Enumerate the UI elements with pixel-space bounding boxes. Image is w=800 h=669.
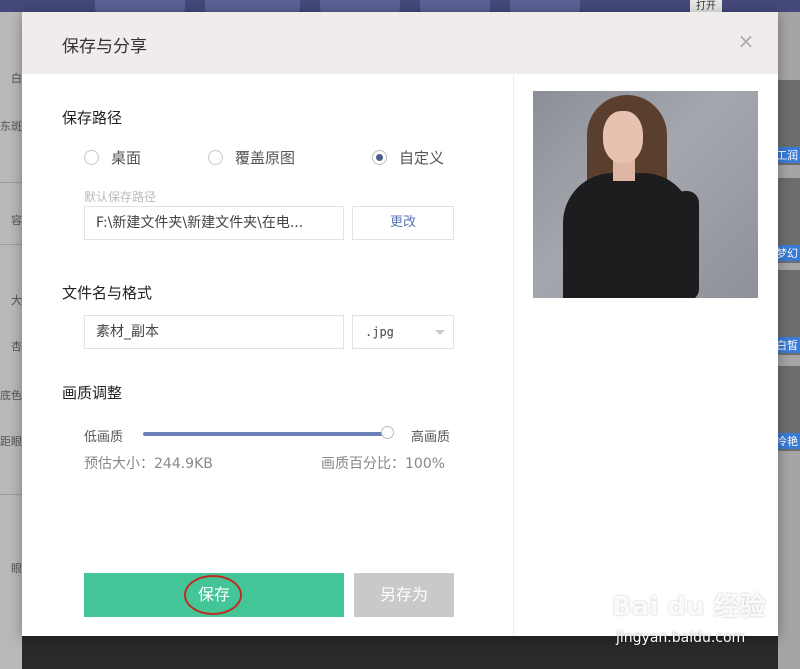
radio-overwrite-label: 覆盖原图 — [235, 149, 296, 167]
save-path-title: 保存路径 — [62, 109, 123, 127]
app-left-item[interactable]: 杏 — [0, 338, 22, 354]
baidu-watermark-url: jingyan.baidu.com — [616, 630, 746, 646]
app-left-item[interactable]: 东斑 — [0, 118, 22, 134]
preview-face-shape — [603, 111, 643, 163]
preview-image — [533, 91, 758, 298]
radio-custom-label: 自定义 — [399, 149, 445, 167]
app-left-item[interactable]: 底色 — [0, 387, 22, 403]
baidu-watermark-logo: Bai du 经验 — [612, 592, 766, 622]
radio-circle-icon — [84, 150, 99, 165]
dialog-title: 保存与分享 — [62, 37, 147, 57]
save-as-button[interactable]: 另存为 — [354, 573, 454, 617]
radio-circle-icon — [208, 150, 223, 165]
app-filter-thumb[interactable]: 工润 — [778, 80, 800, 165]
chevron-down-icon — [435, 330, 445, 335]
app-left-separator — [0, 244, 22, 245]
quality-slider-handle[interactable] — [380, 426, 394, 439]
app-left-separator — [0, 182, 22, 183]
app-filter-thumb[interactable]: 冷艳 — [778, 366, 800, 451]
quality-title: 画质调整 — [62, 384, 123, 402]
radio-desktop-label: 桌面 — [111, 149, 142, 167]
high-quality-label: 高画质 — [411, 430, 451, 445]
radio-custom[interactable]: 自定义 — [372, 147, 444, 168]
format-select-value: .jpg — [365, 325, 394, 339]
app-left-item[interactable]: 眼 — [0, 560, 22, 576]
app-filter-label: 白皙 — [778, 337, 800, 353]
radio-checked-icon — [372, 150, 387, 165]
preview-arm-shape — [673, 191, 699, 298]
app-filter-thumb[interactable]: 白皙 — [778, 270, 800, 355]
radio-overwrite-original[interactable]: 覆盖原图 — [208, 147, 295, 168]
quality-percent-text: 画质百分比：100% — [321, 456, 446, 472]
app-filter-thumb[interactable]: 梦幻 — [778, 178, 800, 263]
change-path-button[interactable]: 更改 — [352, 206, 454, 240]
app-left-separator — [0, 494, 22, 495]
app-left-panel: 白 东斑 容 大 杏 底色 距眼圆 眼 — [0, 12, 22, 669]
format-select[interactable]: .jpg — [352, 315, 454, 349]
pane-divider — [513, 74, 514, 636]
file-name-title: 文件名与格式 — [62, 284, 153, 302]
app-filter-label: 梦幻 — [778, 245, 800, 261]
quality-slider-track[interactable] — [143, 432, 387, 436]
app-filter-label: 工润 — [778, 147, 800, 163]
save-path-field[interactable]: F:\新建文件夹\新建文件夹\在电... — [84, 206, 344, 240]
save-button[interactable]: 保存 — [84, 573, 344, 617]
radio-desktop[interactable]: 桌面 — [84, 147, 141, 168]
app-filter-label: 冷艳 — [778, 433, 800, 449]
estimated-size-text: 预估大小：244.9KB — [84, 456, 213, 472]
default-path-hint: 默认保存路径 — [84, 190, 157, 204]
dialog-header: 保存与分享 × — [22, 12, 778, 74]
app-left-item[interactable]: 容 — [0, 212, 22, 228]
close-icon[interactable]: × — [735, 30, 757, 52]
app-left-item[interactable]: 距眼圆 — [0, 433, 22, 449]
save-share-dialog: 保存与分享 × 保存路径 桌面 覆盖原图 自定义 默认保存路径 F:\新建文件夹… — [22, 12, 778, 636]
file-name-input[interactable]: 素材_副本 — [84, 315, 344, 349]
app-left-item[interactable]: 大 — [0, 292, 22, 308]
app-left-item[interactable]: 白 — [0, 70, 22, 86]
low-quality-label: 低画质 — [84, 430, 124, 445]
